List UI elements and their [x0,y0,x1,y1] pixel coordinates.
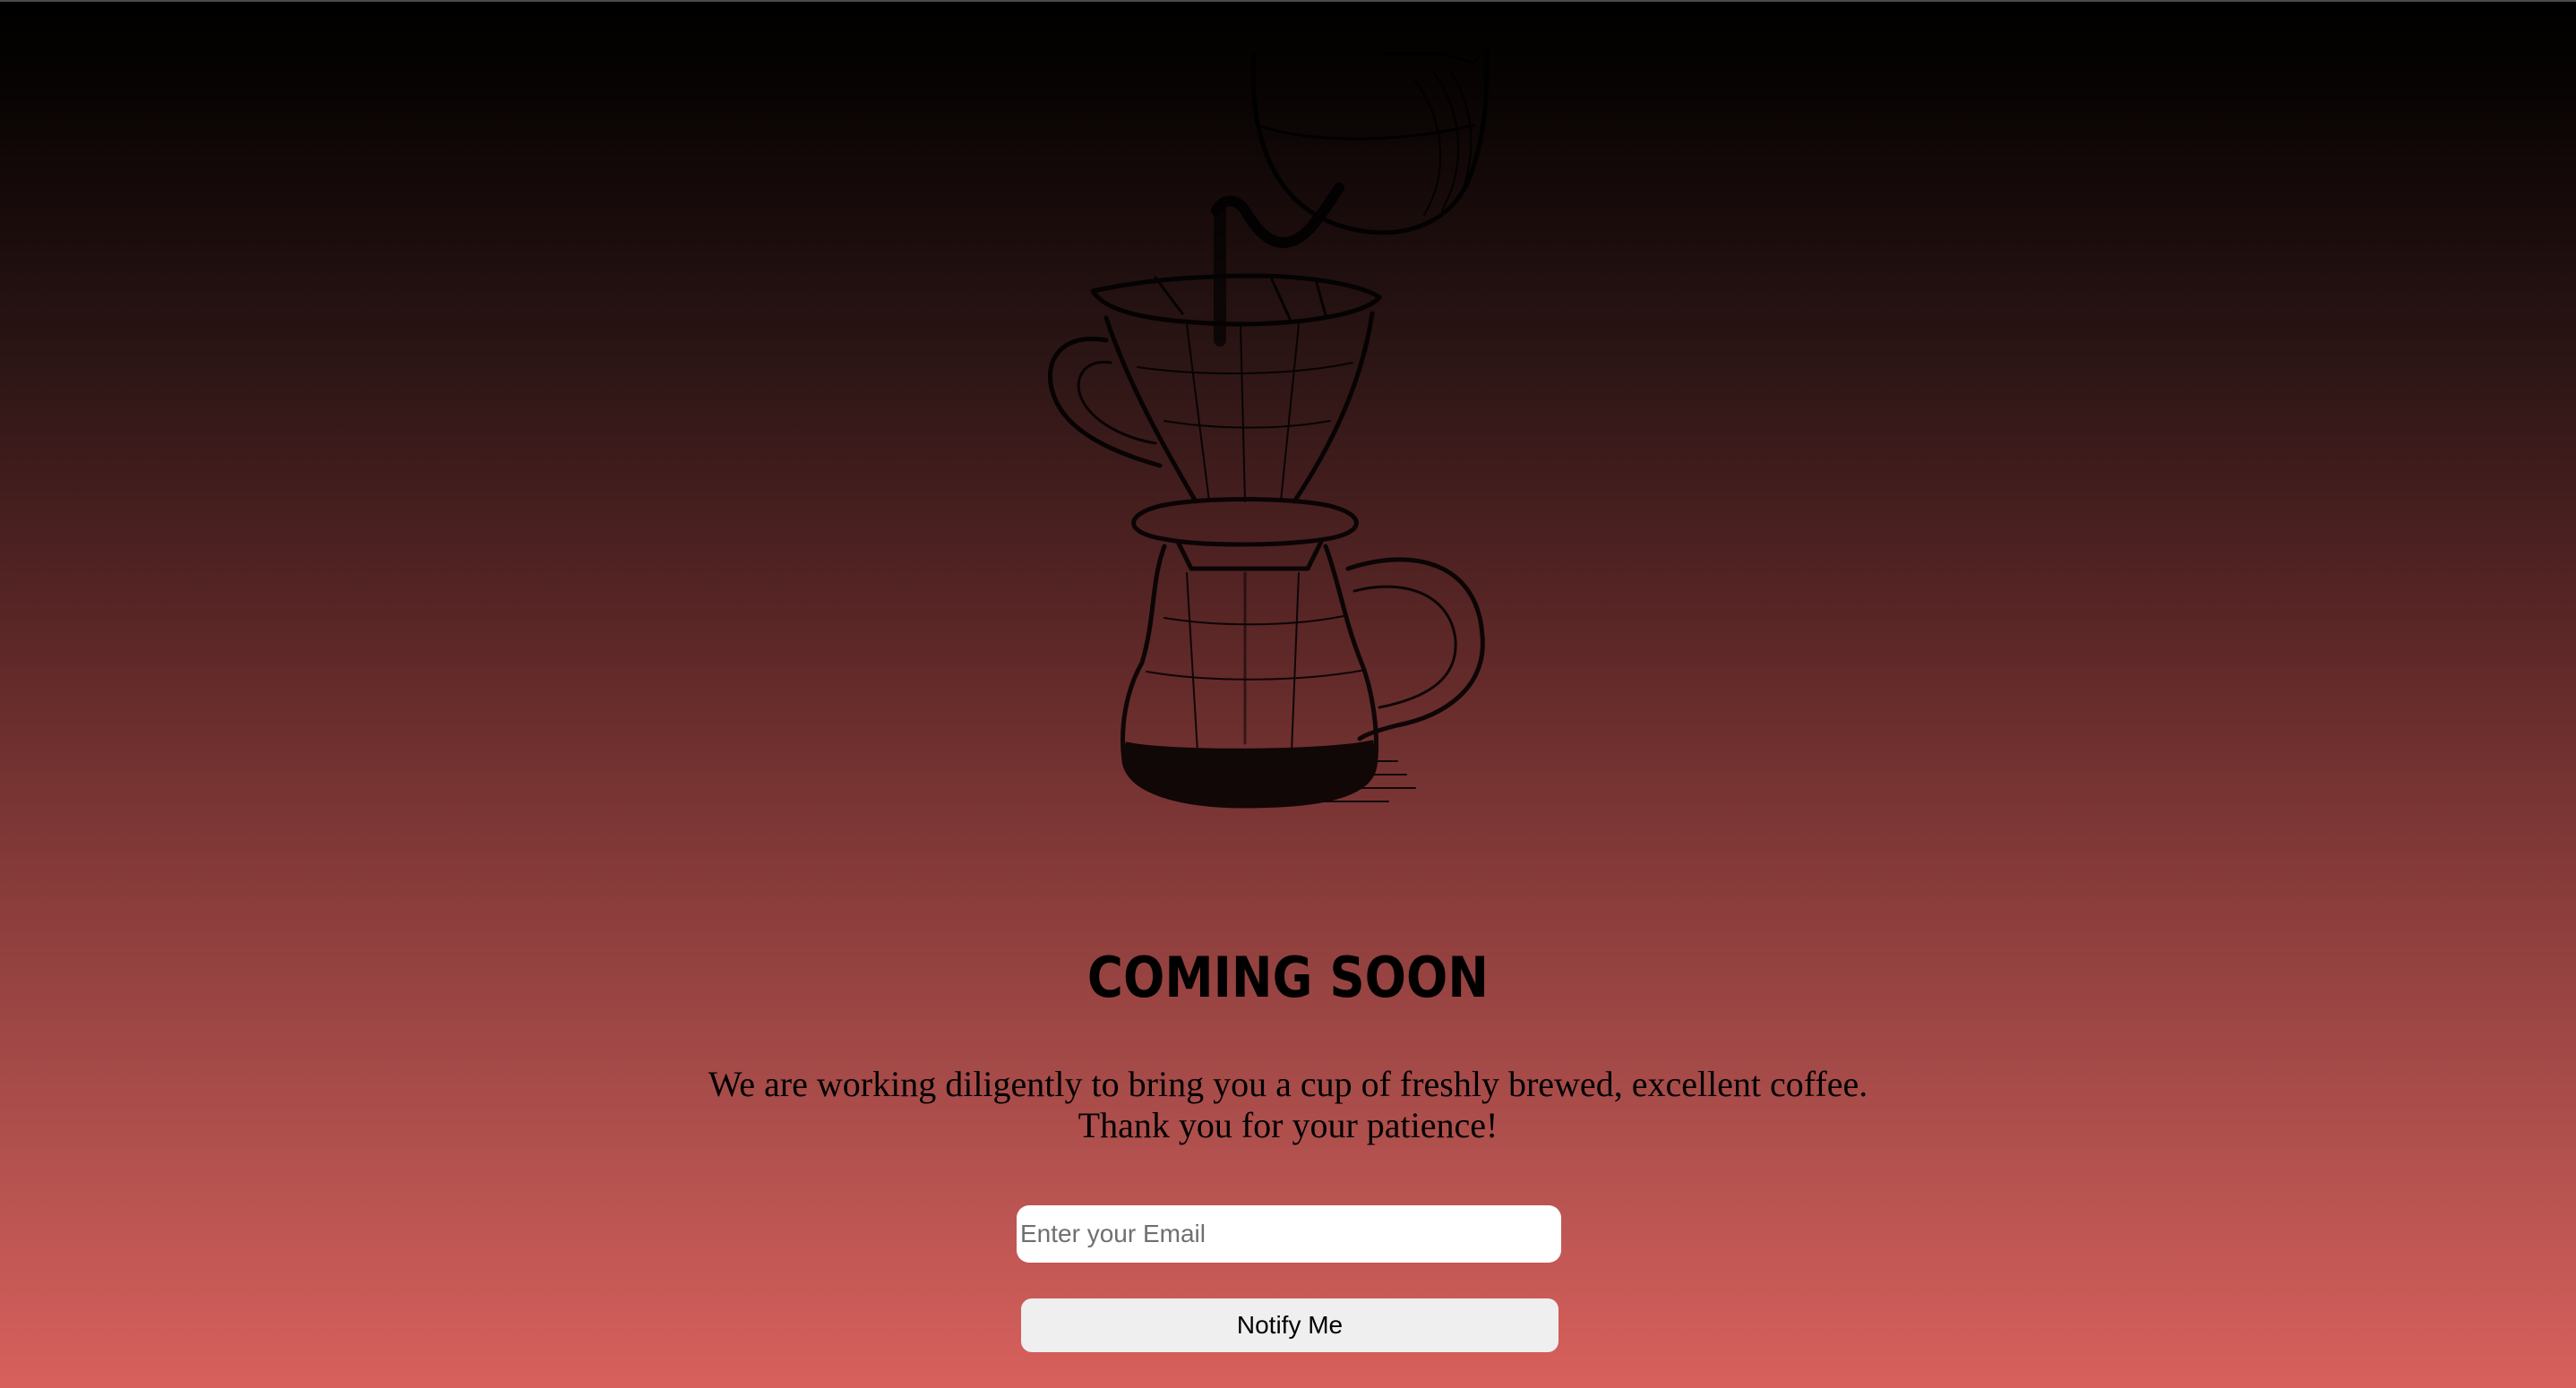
message-line-2: Thank you for your patience! [1078,1105,1498,1145]
page-message: We are working diligently to bring you a… [0,1064,2576,1146]
message-line-1: We are working diligently to bring you a… [708,1064,1868,1104]
pour-over-coffee-icon [1047,47,1490,809]
email-input[interactable] [1017,1205,1561,1263]
page-title: COMING SOON [1086,945,1490,1010]
top-border [0,0,2576,2]
notify-me-button[interactable]: Notify Me [1021,1298,1558,1352]
